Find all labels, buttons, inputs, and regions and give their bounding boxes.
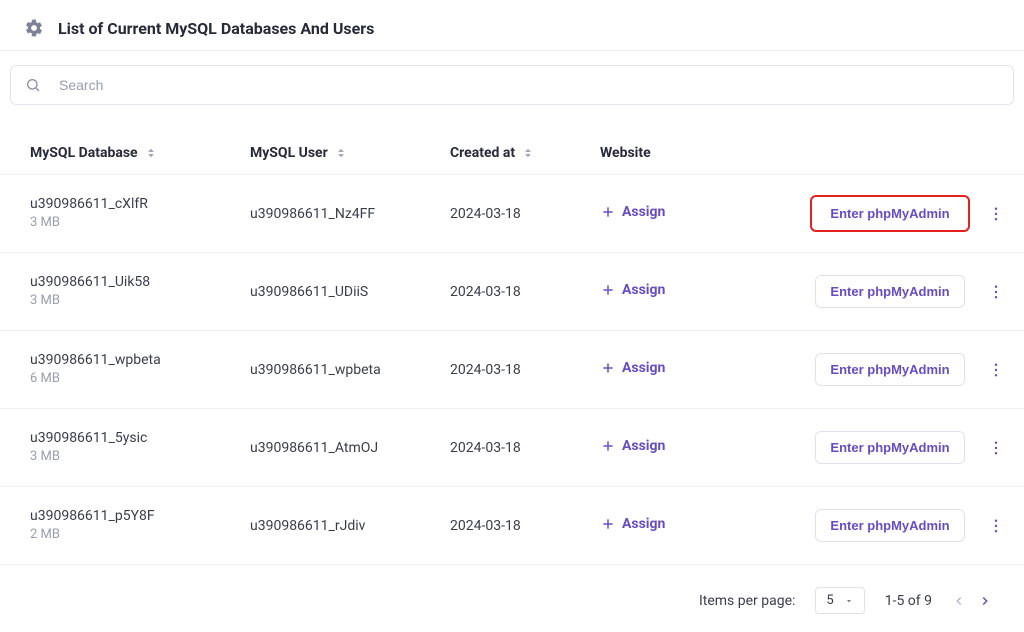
- db-cell: u390986611_wpbeta 6 MB: [30, 351, 250, 389]
- plus-icon: [600, 438, 616, 454]
- more-actions-button[interactable]: [980, 510, 1012, 542]
- more-actions-button[interactable]: [980, 354, 1012, 386]
- search-box[interactable]: [10, 65, 1014, 105]
- table-row: u390986611_Uik58 3 MB u390986611_UDiiS 2…: [0, 253, 1024, 331]
- sort-icon: [521, 146, 535, 160]
- table-header-row: MySQL Database MySQL User Created at Web…: [0, 131, 1024, 175]
- db-cell: u390986611_Uik58 3 MB: [30, 273, 250, 311]
- more-actions-button[interactable]: [980, 432, 1012, 464]
- chevron-left-icon: [952, 594, 966, 608]
- db-size: 6 MB: [30, 370, 250, 388]
- db-name: u390986611_5ysic: [30, 429, 250, 449]
- enter-phpmyadmin-button[interactable]: Enter phpMyAdmin: [815, 509, 964, 542]
- prev-page-button[interactable]: [952, 594, 966, 608]
- gear-icon: [24, 18, 44, 38]
- dots-vertical-icon: [987, 439, 1005, 457]
- assign-label: Assign: [622, 360, 665, 376]
- db-cell: u390986611_5ysic 3 MB: [30, 429, 250, 467]
- databases-table: MySQL Database MySQL User Created at Web…: [0, 131, 1024, 565]
- db-name: u390986611_Uik58: [30, 273, 250, 293]
- user-cell: u390986611_wpbeta: [250, 362, 450, 378]
- user-cell: u390986611_AtmOJ: [250, 440, 450, 456]
- dots-vertical-icon: [987, 361, 1005, 379]
- assign-label: Assign: [622, 438, 665, 454]
- col-header-database[interactable]: MySQL Database: [30, 145, 250, 161]
- next-page-button[interactable]: [978, 594, 992, 608]
- col-header-user[interactable]: MySQL User: [250, 145, 450, 161]
- sort-icon: [334, 146, 348, 160]
- chevron-right-icon: [978, 594, 992, 608]
- chevron-down-icon: [844, 596, 854, 606]
- created-cell: 2024-03-18: [450, 362, 600, 378]
- db-cell: u390986611_cXlfR 3 MB: [30, 195, 250, 233]
- db-name: u390986611_wpbeta: [30, 351, 250, 371]
- created-cell: 2024-03-18: [450, 518, 600, 534]
- db-name: u390986611_p5Y8F: [30, 507, 250, 527]
- created-cell: 2024-03-18: [450, 284, 600, 300]
- plus-icon: [600, 204, 616, 220]
- db-cell: u390986611_p5Y8F 2 MB: [30, 507, 250, 545]
- user-cell: u390986611_rJdiv: [250, 518, 450, 534]
- assign-button[interactable]: Assign: [600, 438, 665, 454]
- user-cell: u390986611_UDiiS: [250, 284, 450, 300]
- plus-icon: [600, 516, 616, 532]
- assign-button[interactable]: Assign: [600, 282, 665, 298]
- db-size: 3 MB: [30, 214, 250, 232]
- dots-vertical-icon: [987, 517, 1005, 535]
- page-title: List of Current MySQL Databases And User…: [58, 19, 374, 38]
- enter-phpmyadmin-button[interactable]: Enter phpMyAdmin: [810, 195, 969, 232]
- items-per-page-label: Items per page:: [699, 593, 795, 609]
- user-cell: u390986611_Nz4FF: [250, 206, 450, 222]
- pagination-footer: Items per page: 5 1-5 of 9: [0, 565, 1024, 614]
- table-row: u390986611_5ysic 3 MB u390986611_AtmOJ 2…: [0, 409, 1024, 487]
- plus-icon: [600, 282, 616, 298]
- enter-phpmyadmin-button[interactable]: Enter phpMyAdmin: [815, 431, 964, 464]
- per-page-select[interactable]: 5: [815, 587, 864, 614]
- search-icon: [25, 77, 41, 93]
- assign-label: Assign: [622, 516, 665, 532]
- col-header-created[interactable]: Created at: [450, 145, 600, 161]
- assign-button[interactable]: Assign: [600, 204, 665, 220]
- db-size: 3 MB: [30, 292, 250, 310]
- col-header-website: Website: [600, 145, 800, 161]
- db-size: 3 MB: [30, 448, 250, 466]
- more-actions-button[interactable]: [980, 198, 1012, 230]
- enter-phpmyadmin-button[interactable]: Enter phpMyAdmin: [815, 275, 964, 308]
- search-input[interactable]: [57, 76, 999, 94]
- pagination-range: 1-5 of 9: [885, 593, 932, 609]
- db-name: u390986611_cXlfR: [30, 195, 250, 215]
- table-row: u390986611_p5Y8F 2 MB u390986611_rJdiv 2…: [0, 487, 1024, 565]
- page-header: List of Current MySQL Databases And User…: [0, 0, 1024, 51]
- assign-label: Assign: [622, 204, 665, 220]
- more-actions-button[interactable]: [980, 276, 1012, 308]
- assign-label: Assign: [622, 282, 665, 298]
- assign-button[interactable]: Assign: [600, 360, 665, 376]
- created-cell: 2024-03-18: [450, 440, 600, 456]
- dots-vertical-icon: [987, 205, 1005, 223]
- plus-icon: [600, 360, 616, 376]
- dots-vertical-icon: [987, 283, 1005, 301]
- table-row: u390986611_cXlfR 3 MB u390986611_Nz4FF 2…: [0, 175, 1024, 253]
- sort-icon: [144, 146, 158, 160]
- db-size: 2 MB: [30, 526, 250, 544]
- created-cell: 2024-03-18: [450, 206, 600, 222]
- table-row: u390986611_wpbeta 6 MB u390986611_wpbeta…: [0, 331, 1024, 409]
- enter-phpmyadmin-button[interactable]: Enter phpMyAdmin: [815, 353, 964, 386]
- assign-button[interactable]: Assign: [600, 516, 665, 532]
